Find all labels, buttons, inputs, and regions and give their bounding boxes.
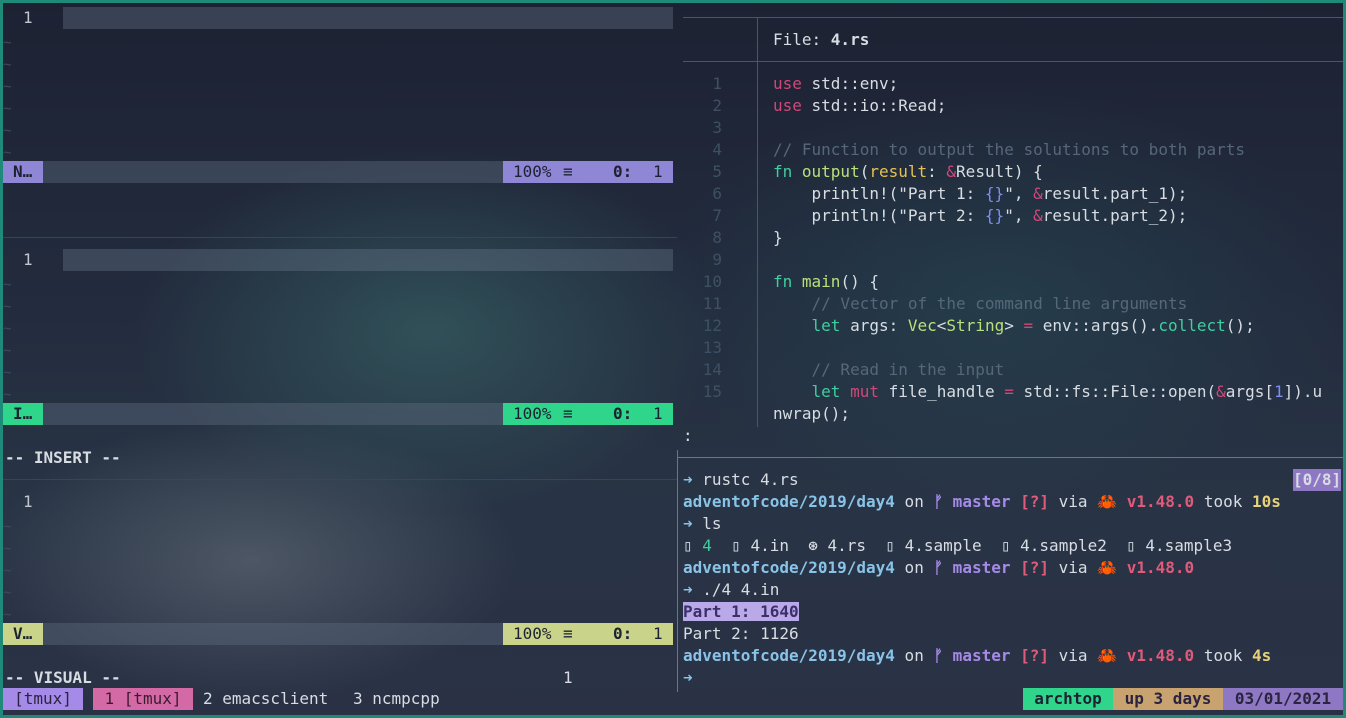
mode-indicator: N… [3,161,43,183]
statusline-middle: I… 100% ≡ 0: 1 [3,403,673,425]
mode-message: -- INSERT -- [5,448,121,467]
position-indicator: 100% ≡ 0: 1 [503,403,673,425]
terminal-line: Part 1: 1640 [683,602,799,621]
statusline-bottom: V… 100% ≡ 0: 1 [3,623,673,645]
code-line: } [773,228,783,247]
position-indicator: 100% ≡ 0: 1 [503,161,673,183]
code-line-number: 4 [712,140,722,159]
code-line-number: 6 [712,184,722,203]
statusline-top: N… 100% ≡ 0: 1 [3,161,673,183]
scroll-indicator: [0/8] [1293,469,1342,491]
code-line: nwrap(); [773,404,851,423]
position-indicator: 100% ≡ 0: 1 [503,623,673,645]
terminal-line: ➜ [683,668,693,687]
code-line: // Vector of the command line arguments [773,294,1188,313]
lines-icon: ≡ [563,162,573,181]
code-line-number: 15 [702,382,722,401]
code-line: fn main() { [773,272,879,291]
tmux-status-bar: [tmux] 1 [tmux] 2 emacsclient 3 ncmpcpp … [3,688,1343,710]
code-line-number: 9 [712,250,722,269]
code-line: fn output(result: &Result) { [773,162,1043,181]
ruler: 1 [563,668,573,687]
mode-message: -- VISUAL -- [5,668,121,687]
mode-indicator: I… [3,403,43,425]
tmux-host: archtop [1023,688,1113,710]
code-line-number: 8 [712,228,722,247]
code-line-number: 14 [702,360,722,379]
code-line-number: 13 [702,338,722,357]
tmux-window-2[interactable]: 2 emacsclient [203,688,328,710]
code-line-number: 11 [702,294,722,313]
code-line-number: 12 [702,316,722,335]
mode-indicator: V… [3,623,43,645]
cursor-line [63,7,673,29]
code-line: println!("Part 2: {}", &result.part_2); [773,206,1188,225]
line-number: 1 [23,250,33,269]
file-header: File: 4.rs [773,30,870,49]
code-line: let mut file_handle = std::fs::File::ope… [811,382,1323,401]
tmux-window-1[interactable]: 1 [tmux] [93,688,193,710]
tmux-window-3[interactable]: 3 ncmpcpp [353,688,440,710]
code-line-number: 1 [712,74,722,93]
code-line-number: 3 [712,118,722,137]
terminal-line: adventofcode/2019/day4 on ᚠ master [?] v… [683,646,1272,665]
pager-prompt: : [683,426,693,445]
code-line: // Function to output the solutions to b… [773,140,1246,159]
terminal-line: ➜ rustc 4.rs [683,470,799,489]
terminal-line: ➜ ./4 4.in [683,580,780,599]
terminal-line: Part 2: 1126 [683,624,799,643]
lines-icon: ≡ [563,404,573,423]
code-line-number: 2 [712,96,722,115]
cursor-line [63,249,673,271]
terminal-line: ➜ ls [683,514,722,533]
code-line: let args: Vec<String> = env::args().coll… [811,316,1255,335]
code-line: use std::io::Read; [773,96,947,115]
tmux-session[interactable]: [tmux] [3,688,83,710]
line-number: 1 [23,492,33,511]
code-line-number: 7 [712,206,722,225]
terminal-line: adventofcode/2019/day4 on ᚠ master [?] v… [683,492,1281,511]
tmux-date: 03/01/2021 [1223,688,1343,710]
lines-icon: ≡ [563,624,573,643]
code-line: println!("Part 1: {}", &result.part_1); [773,184,1188,203]
terminal-line: ▯ 4 ▯ 4.in ⊛ 4.rs ▯ 4.sample ▯ 4.sample2… [683,536,1233,555]
code-line: use std::env; [773,74,899,93]
line-number: 1 [23,8,33,27]
code-line-number: 10 [702,272,722,291]
tmux-uptime: up 3 days [1113,688,1223,710]
code-line-number: 5 [712,162,722,181]
terminal-line: adventofcode/2019/day4 on ᚠ master [?] v… [683,558,1195,577]
code-line: // Read in the input [773,360,1005,379]
